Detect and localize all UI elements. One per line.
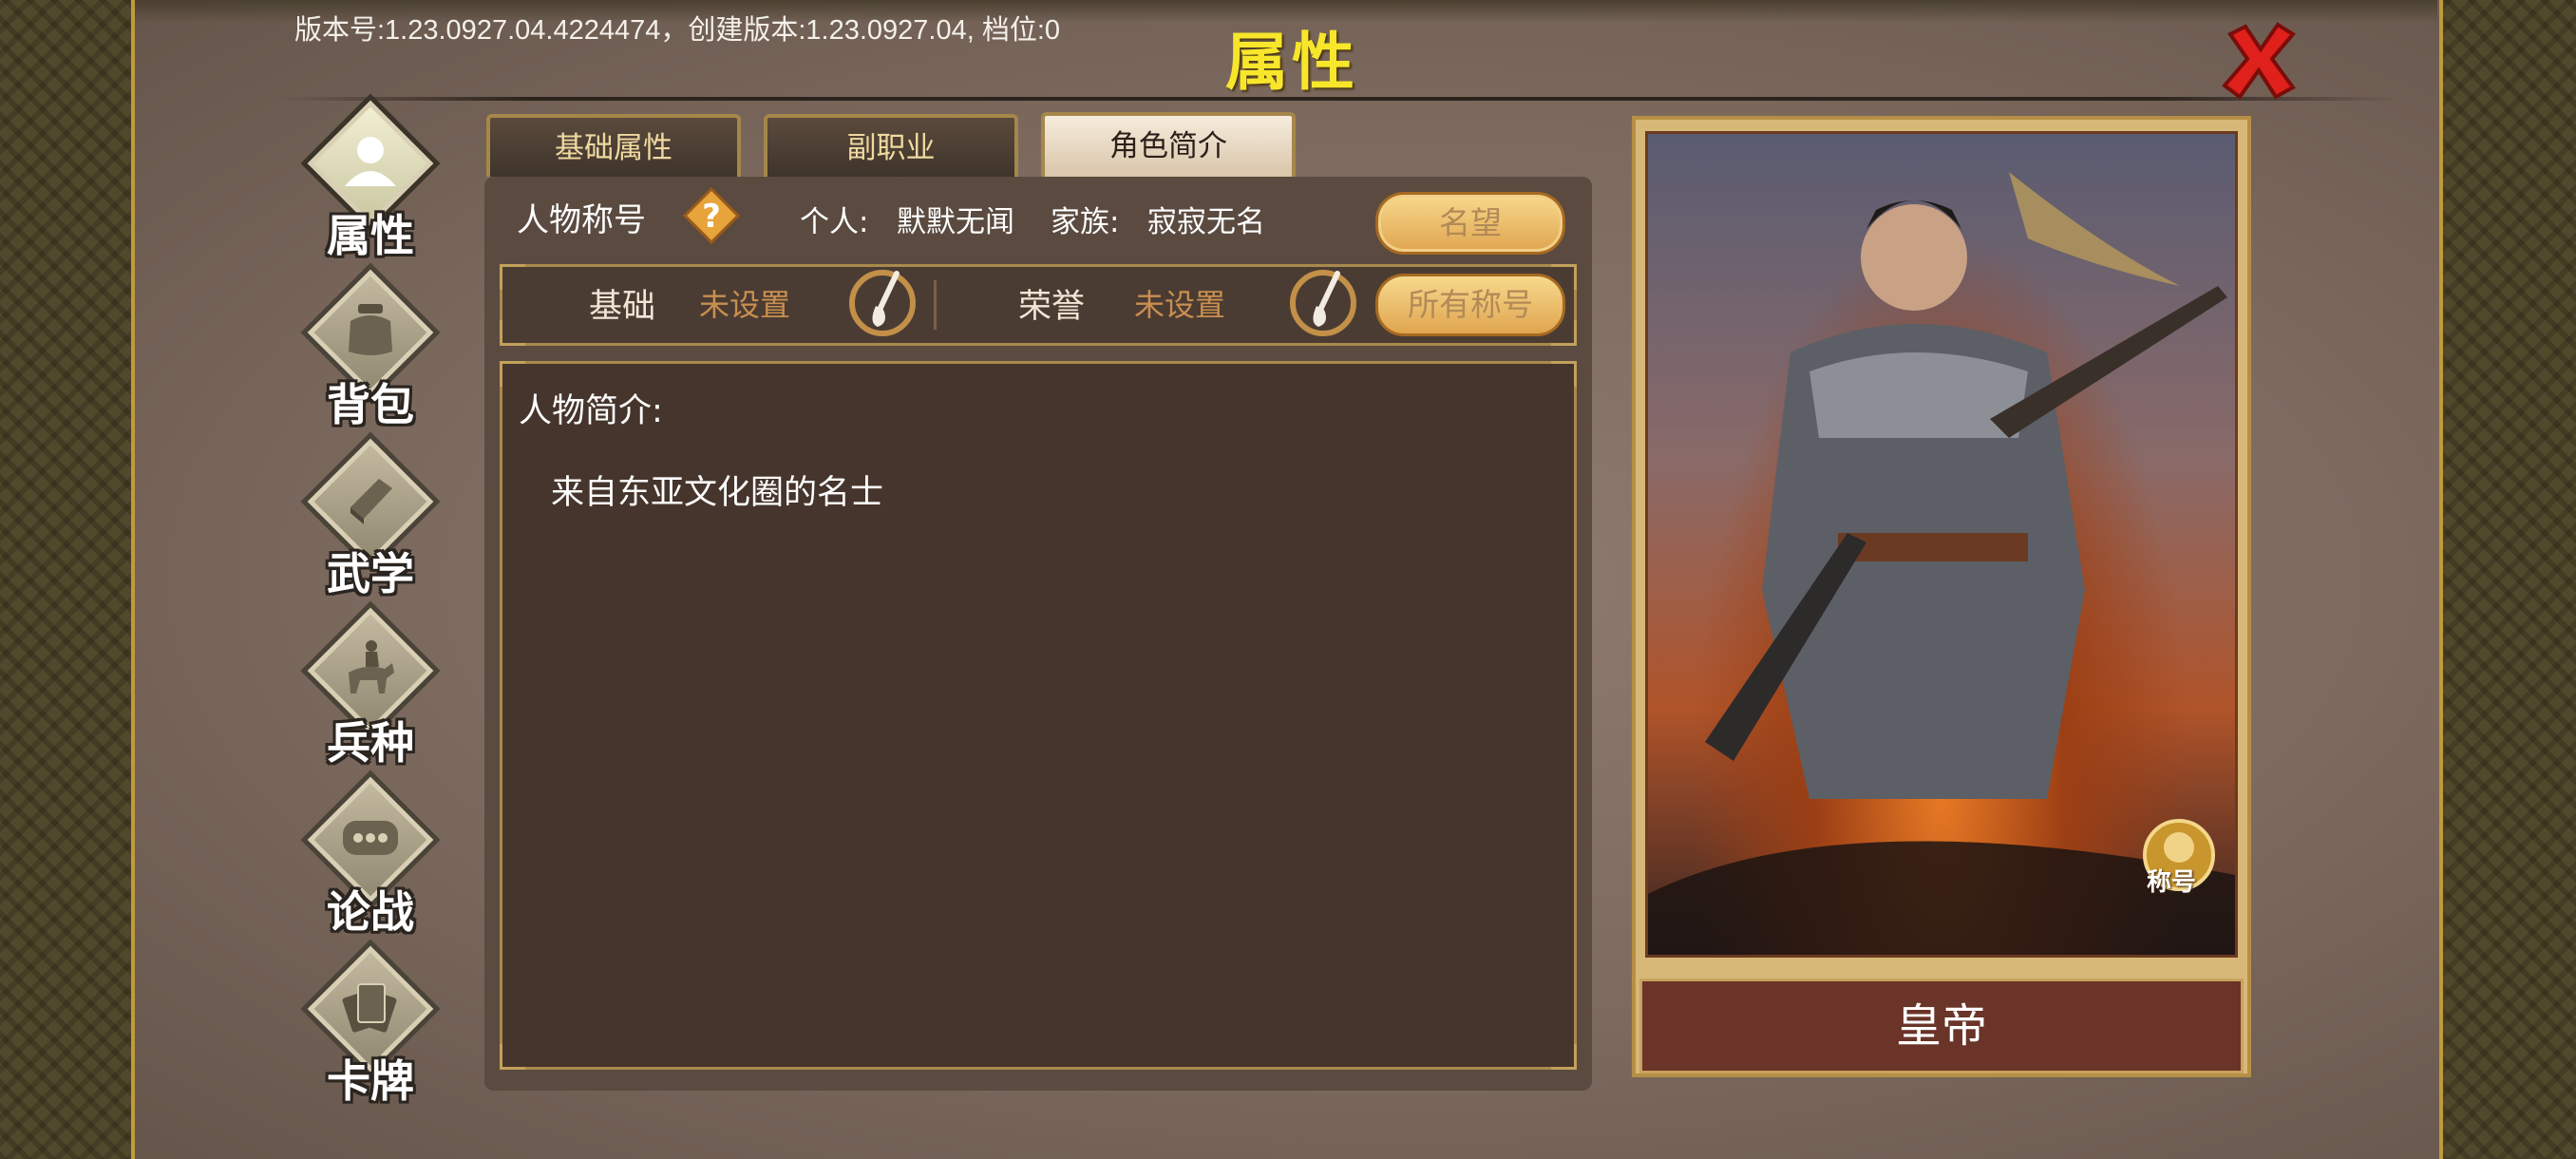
corner-ornament <box>1551 361 1577 387</box>
basic-title-value: 未设置 <box>699 287 791 323</box>
honor-title-value: 未设置 <box>1134 287 1226 323</box>
tab-sub-profession[interactable]: 副职业 <box>764 114 1018 177</box>
honor-title-label: 荣誉 <box>1018 288 1086 326</box>
close-button[interactable] <box>2213 15 2304 106</box>
corner-ornament <box>1551 1044 1577 1070</box>
row-divider <box>934 280 937 330</box>
family-label: 家族: <box>1051 205 1120 239</box>
character-name-plate: 皇帝 <box>1639 978 2244 1074</box>
nav-label-cards: 卡牌 <box>327 1055 414 1107</box>
close-icon <box>2222 22 2297 100</box>
basic-title-label: 基础 <box>589 288 656 326</box>
personal-value: 默默无闻 <box>897 205 1014 239</box>
nav-item-cards[interactable]: 卡牌 <box>285 939 456 1113</box>
nav-item-backpack[interactable]: 背包 <box>285 262 456 437</box>
profile-heading: 人物简介: <box>519 392 663 430</box>
nav-label-attributes: 属性 <box>327 210 414 261</box>
tab-character-profile[interactable]: 角色简介 <box>1041 112 1296 179</box>
version-info: 版本号:1.23.0927.04.4224474，创建版本:1.23.0927.… <box>294 15 1061 46</box>
character-title-label: 人物称号 <box>517 201 646 239</box>
nav-item-troops[interactable]: 兵种 <box>285 600 456 775</box>
bag-icon <box>349 304 392 355</box>
brush-icon <box>1290 270 1356 336</box>
nav-label-troops: 兵种 <box>327 717 414 769</box>
corner-ornament <box>500 1044 525 1070</box>
family-value: 寂寂无名 <box>1147 205 1265 239</box>
nav-label-martial-arts: 武学 <box>327 548 414 599</box>
page-title: 属性 <box>1225 26 1358 99</box>
brush-icon <box>849 270 916 336</box>
title-divider <box>275 97 2403 101</box>
right-border-pattern <box>2441 0 2576 1159</box>
nav-label-debate: 论战 <box>327 886 414 938</box>
nav-label-backpack: 背包 <box>327 379 414 430</box>
nav-item-attributes[interactable]: 属性 <box>285 93 456 268</box>
personal-label: 个人: <box>800 205 869 239</box>
edit-honor-title-button[interactable] <box>1288 268 1358 338</box>
person-icon <box>345 137 396 186</box>
corner-ornament <box>500 320 525 346</box>
all-titles-button[interactable]: 所有称号 <box>1375 274 1565 336</box>
corner-ornament <box>500 361 525 387</box>
corner-ornament <box>500 264 525 290</box>
question-icon: ? <box>682 186 741 245</box>
nav-item-debate[interactable]: 论战 <box>285 770 456 944</box>
cards-icon <box>342 983 397 1033</box>
left-border-pattern <box>0 0 133 1159</box>
profile-text: 来自东亚文化圈的名士 <box>551 474 884 512</box>
chat-bubble-icon <box>343 821 398 855</box>
svg-text:?: ? <box>702 198 721 236</box>
edit-basic-title-button[interactable] <box>847 268 918 338</box>
badge-label: 称号 <box>2147 868 2197 897</box>
book-icon <box>350 479 392 524</box>
nav-item-martial-arts[interactable]: 武学 <box>285 431 456 606</box>
horseman-icon <box>349 640 394 694</box>
help-button[interactable]: ? <box>682 186 741 245</box>
fame-button[interactable]: 名望 <box>1375 192 1565 255</box>
tab-basic-attributes[interactable]: 基础属性 <box>486 114 741 177</box>
